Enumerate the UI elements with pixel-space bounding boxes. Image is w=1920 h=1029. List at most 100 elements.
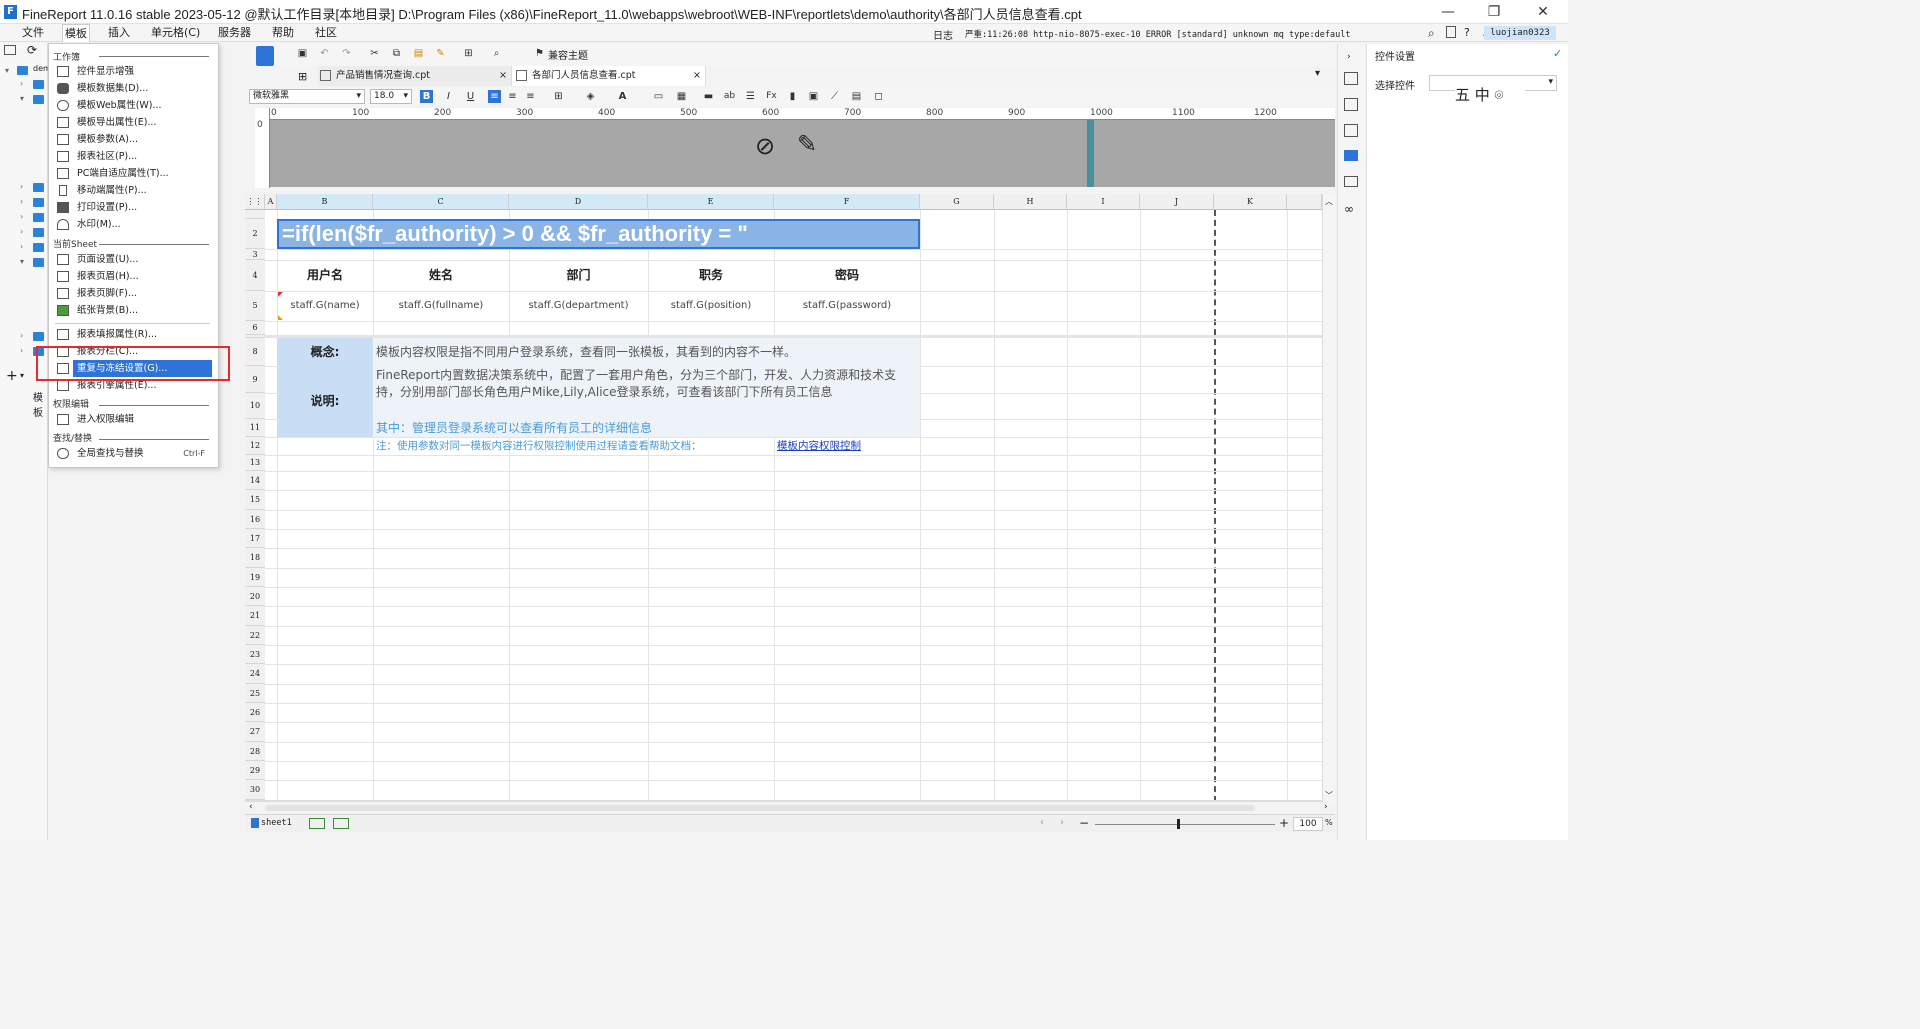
add-icon[interactable]: + (6, 368, 18, 384)
tab-sales-query[interactable]: 产品销售情况查询.cpt × (318, 66, 512, 86)
expand-arrow-icon[interactable]: › (20, 212, 28, 221)
tab-list-icon[interactable]: ⊞ (298, 70, 307, 83)
data-cell-position[interactable]: staff.G(position) (648, 291, 774, 321)
row-header[interactable]: 16 (245, 510, 265, 529)
align-center-icon[interactable]: ≡ (506, 90, 519, 103)
expand-arrow-icon[interactable]: › (20, 346, 28, 355)
row-header[interactable]: 17 (245, 529, 265, 548)
image-insert-icon[interactable]: ▣ (807, 90, 820, 103)
scroll-thumb[interactable] (265, 805, 1255, 811)
row-header[interactable]: 23 (245, 645, 265, 664)
column-header[interactable]: J (1140, 194, 1214, 210)
vertical-scrollbar[interactable]: ︿ ﹀ (1322, 194, 1335, 802)
data-set-icon[interactable] (1344, 176, 1358, 187)
concept-text-cell[interactable]: 模板内容权限是指不同用户登录系统，查看同一张模板，其看到的内容不一样。 (373, 338, 920, 366)
menu-item-parameters[interactable]: 模板参数(A)... (55, 131, 215, 148)
tab-department-staff[interactable]: 各部门人员信息查看.cpt × (512, 66, 706, 86)
help-doc-link[interactable]: 模板内容权限控制 (774, 437, 920, 455)
font-family-select[interactable]: 微软雅黑 ▾ (249, 89, 365, 104)
font-size-select[interactable]: 18.0 ▾ (370, 89, 412, 104)
zoom-slider-thumb[interactable] (1177, 819, 1180, 829)
merge-icon[interactable]: ▭ (652, 90, 665, 103)
row-header[interactable]: 29 (245, 761, 265, 780)
restore-button[interactable]: ❐ (1471, 0, 1517, 24)
column-header[interactable]: B (277, 194, 373, 210)
corner-select[interactable]: ⋮⋮ (245, 194, 265, 210)
expand-arrow-icon[interactable]: › (20, 182, 28, 191)
border-icon[interactable]: ⊞ (552, 90, 565, 103)
column-header[interactable]: K (1214, 194, 1287, 210)
column-header[interactable]: G (920, 194, 994, 210)
condition-attr-icon[interactable] (1344, 98, 1358, 111)
note-text-cell[interactable]: 注：使用参数对同一模板内容进行权限控制使用过程请查看帮助文档： (373, 437, 774, 455)
expand-arrow-icon[interactable]: › (20, 331, 28, 340)
row-header[interactable]: 19 (245, 568, 265, 587)
float-element-icon[interactable]: ◻ (872, 90, 885, 103)
subreport-icon[interactable]: ▤ (850, 90, 863, 103)
italic-icon[interactable]: I (442, 90, 455, 103)
tab-menu-icon[interactable]: ▾ (1315, 68, 1320, 79)
scroll-left-icon[interactable]: ‹ (249, 802, 253, 812)
paste-icon[interactable]: ▤ (412, 47, 425, 60)
scroll-down-icon[interactable]: ﹀ (1325, 790, 1333, 801)
row-header[interactable]: 2 (245, 219, 265, 249)
horizontal-scrollbar[interactable]: ‹ › (245, 802, 1335, 814)
column-header[interactable]: H (994, 194, 1067, 210)
row-header[interactable]: 3 (245, 249, 265, 260)
menu-item-community[interactable]: 报表社区(P)... (55, 148, 215, 165)
column-header[interactable]: E (648, 194, 774, 210)
menu-server[interactable]: 服务器 (216, 24, 253, 42)
zoom-out-button[interactable]: − (1079, 816, 1089, 830)
prev-sheet-icon[interactable]: ‹ (1040, 817, 1044, 828)
column-header[interactable]: C (373, 194, 509, 210)
header-cell-fullname[interactable]: 姓名 (373, 260, 509, 291)
description-text-cell[interactable]: FineReport内置数据决策系统中，配置了一套用户角色，分为三个部门，开发、… (373, 366, 920, 419)
menu-item-fill-attr[interactable]: 报表填报属性(R)... (55, 326, 215, 343)
search-preview-icon[interactable]: ⌕ (490, 47, 503, 60)
font-color-icon[interactable]: A (616, 90, 629, 103)
format-brush-icon[interactable]: ✎ (434, 47, 447, 60)
theme-icon[interactable]: ⚑ (533, 47, 546, 60)
menu-item-find-replace[interactable]: 全局查找与替换 Ctrl-F (55, 445, 215, 462)
log-label[interactable]: 日志 (933, 27, 953, 42)
tree-bottom-label[interactable]: 模板 (33, 389, 47, 419)
row-header[interactable]: 20 (245, 587, 265, 606)
header-cell-password[interactable]: 密码 (774, 260, 920, 291)
concept-label-cell[interactable]: 概念: (277, 338, 373, 366)
data-cell-password[interactable]: staff.G(password) (774, 291, 920, 321)
header-cell-position[interactable]: 职务 (648, 260, 774, 291)
row-header[interactable]: 30 (245, 780, 265, 800)
column-header[interactable]: I (1067, 194, 1140, 210)
menu-item-dataset[interactable]: 模板数据集(D)... (55, 80, 215, 97)
redo-icon[interactable]: ↷ (340, 47, 353, 60)
question-icon[interactable]: ? (1464, 26, 1470, 39)
column-header[interactable] (1287, 194, 1322, 210)
theme-button[interactable]: 兼容主题 (548, 47, 588, 62)
expand-arrow-icon[interactable]: › (20, 242, 28, 251)
row-header[interactable]: 6 (245, 321, 265, 335)
menu-item-print-settings[interactable]: 打印设置(P)... (55, 199, 215, 216)
menu-item-mobile-attr[interactable]: 移动端属性(P)... (55, 182, 215, 199)
widget-settings-icon[interactable] (1344, 150, 1358, 161)
zoom-slider-track[interactable] (1095, 824, 1275, 825)
align-right-icon[interactable]: ≡ (524, 90, 537, 103)
new-folder-icon[interactable] (4, 45, 16, 55)
pin-icon[interactable]: ✓ (1553, 47, 1562, 60)
cut-icon[interactable]: ✂ (368, 47, 381, 60)
data-cell-department[interactable]: staff.G(department) (509, 291, 648, 321)
menu-item-web-attr[interactable]: 模板Web属性(W)... (55, 97, 215, 114)
row-header[interactable]: 24 (245, 664, 265, 684)
text-icon[interactable]: ab (723, 90, 736, 103)
formula-cell[interactable]: =if(len($fr_authority) > 0 && $fr_author… (277, 219, 920, 249)
menu-item-permission-edit[interactable]: 进入权限编辑 (55, 411, 215, 428)
row-header[interactable]: 11 (245, 419, 265, 437)
copy-icon[interactable]: ⧉ (390, 47, 403, 60)
refresh-icon[interactable]: ⟳ (27, 43, 37, 57)
menu-template[interactable]: 模板 (62, 24, 90, 42)
menu-insert[interactable]: 插入 (106, 24, 132, 42)
row-header[interactable]: 22 (245, 626, 265, 645)
expand-arrow-icon[interactable]: ▾ (20, 257, 28, 266)
fill-color-icon[interactable]: ◈ (584, 90, 597, 103)
row-header[interactable]: 25 (245, 684, 265, 703)
add-sheet-icon[interactable] (309, 818, 325, 829)
